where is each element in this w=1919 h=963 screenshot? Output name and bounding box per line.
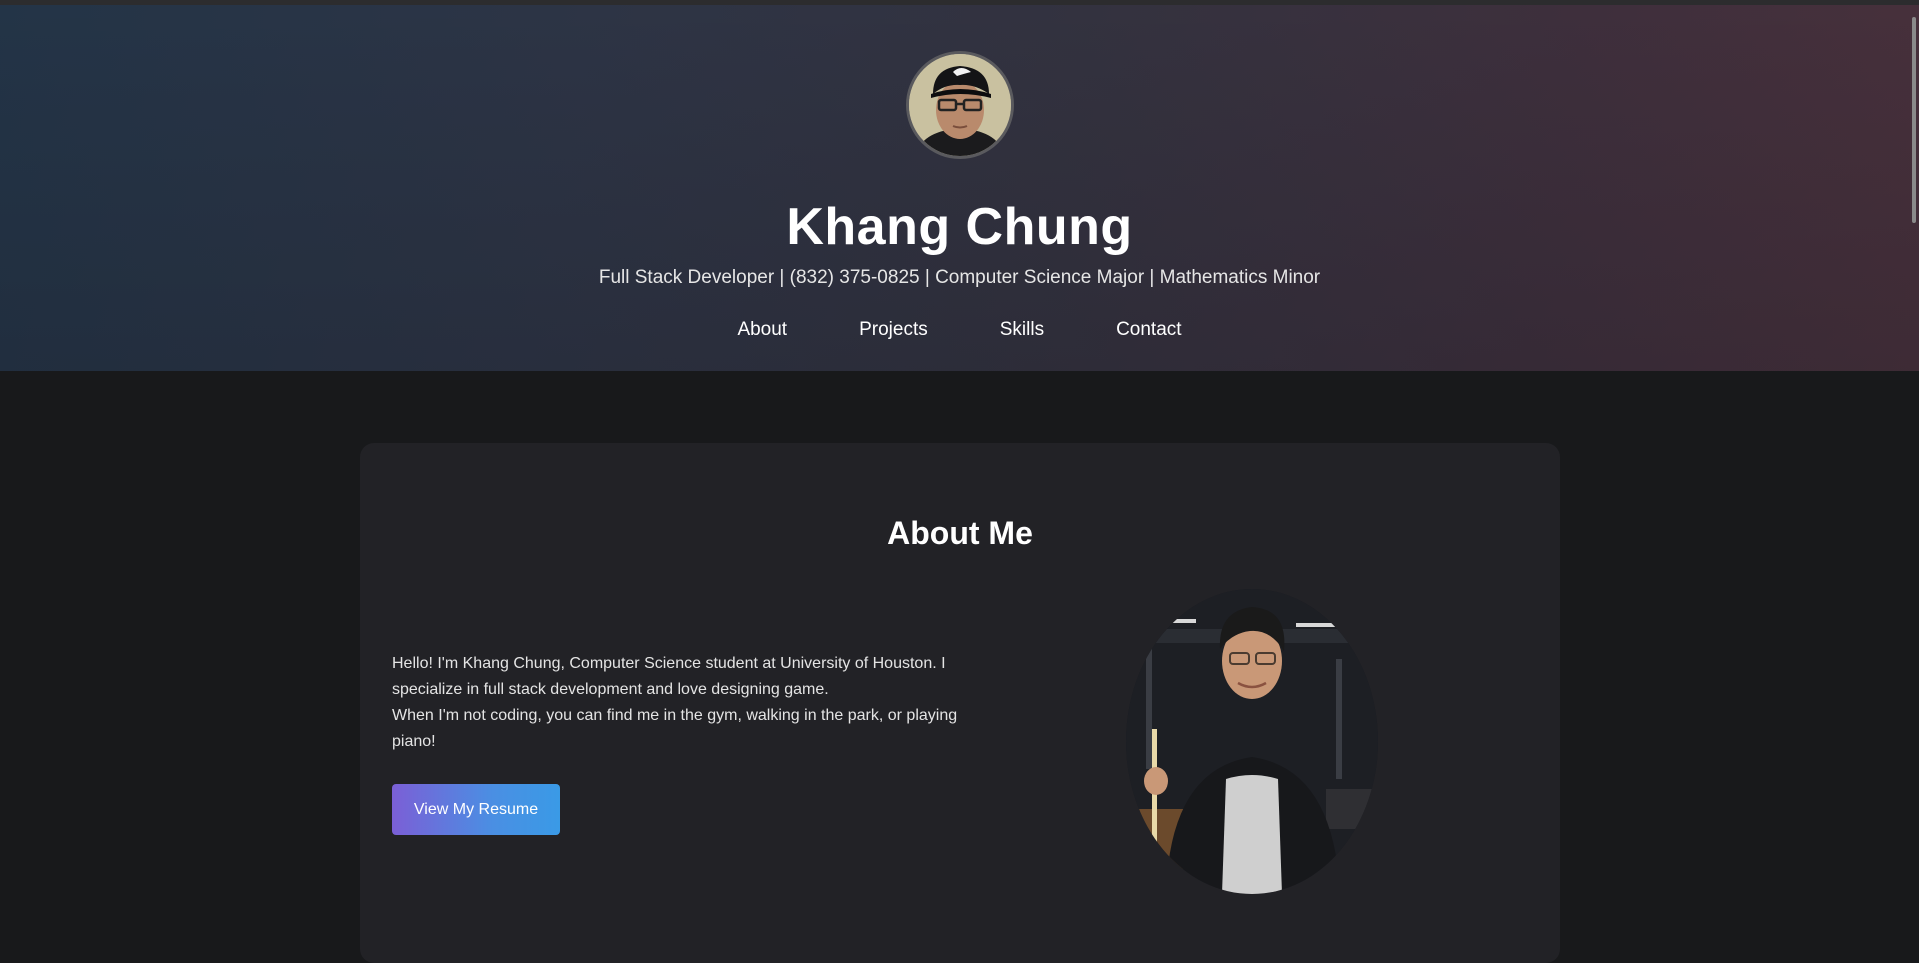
about-title: About Me: [887, 515, 1033, 551]
hero-header: Khang Chung Full Stack Developer | (832)…: [0, 5, 1919, 371]
nav-link-about[interactable]: About: [737, 319, 787, 341]
nav-link-skills[interactable]: Skills: [1000, 319, 1044, 341]
nav-link-contact[interactable]: Contact: [1116, 319, 1181, 341]
scrollbar-thumb[interactable]: [1912, 17, 1916, 223]
portrait-photo-icon: [1126, 589, 1378, 894]
main-nav: About Projects Skills Contact: [0, 319, 1919, 341]
about-photo: [1126, 589, 1378, 894]
view-resume-button[interactable]: View My Resume: [392, 784, 560, 835]
about-paragraph-1: Hello! I'm Khang Chung, Computer Science…: [392, 655, 946, 698]
about-section: About Me Hello! I'm Khang Chung, Compute…: [360, 443, 1560, 963]
avatar-portrait-icon: [909, 54, 1011, 156]
about-text: Hello! I'm Khang Chung, Computer Science…: [392, 651, 972, 755]
header-subtitle: Full Stack Developer | (832) 375-0825 | …: [598, 267, 1321, 288]
about-paragraph-2: When I'm not coding, you can find me in …: [392, 707, 958, 750]
profile-avatar: [906, 51, 1014, 159]
page-title: Khang Chung: [786, 198, 1133, 256]
nav-link-projects[interactable]: Projects: [859, 319, 928, 341]
page-scrollbar[interactable]: [1907, 5, 1919, 945]
